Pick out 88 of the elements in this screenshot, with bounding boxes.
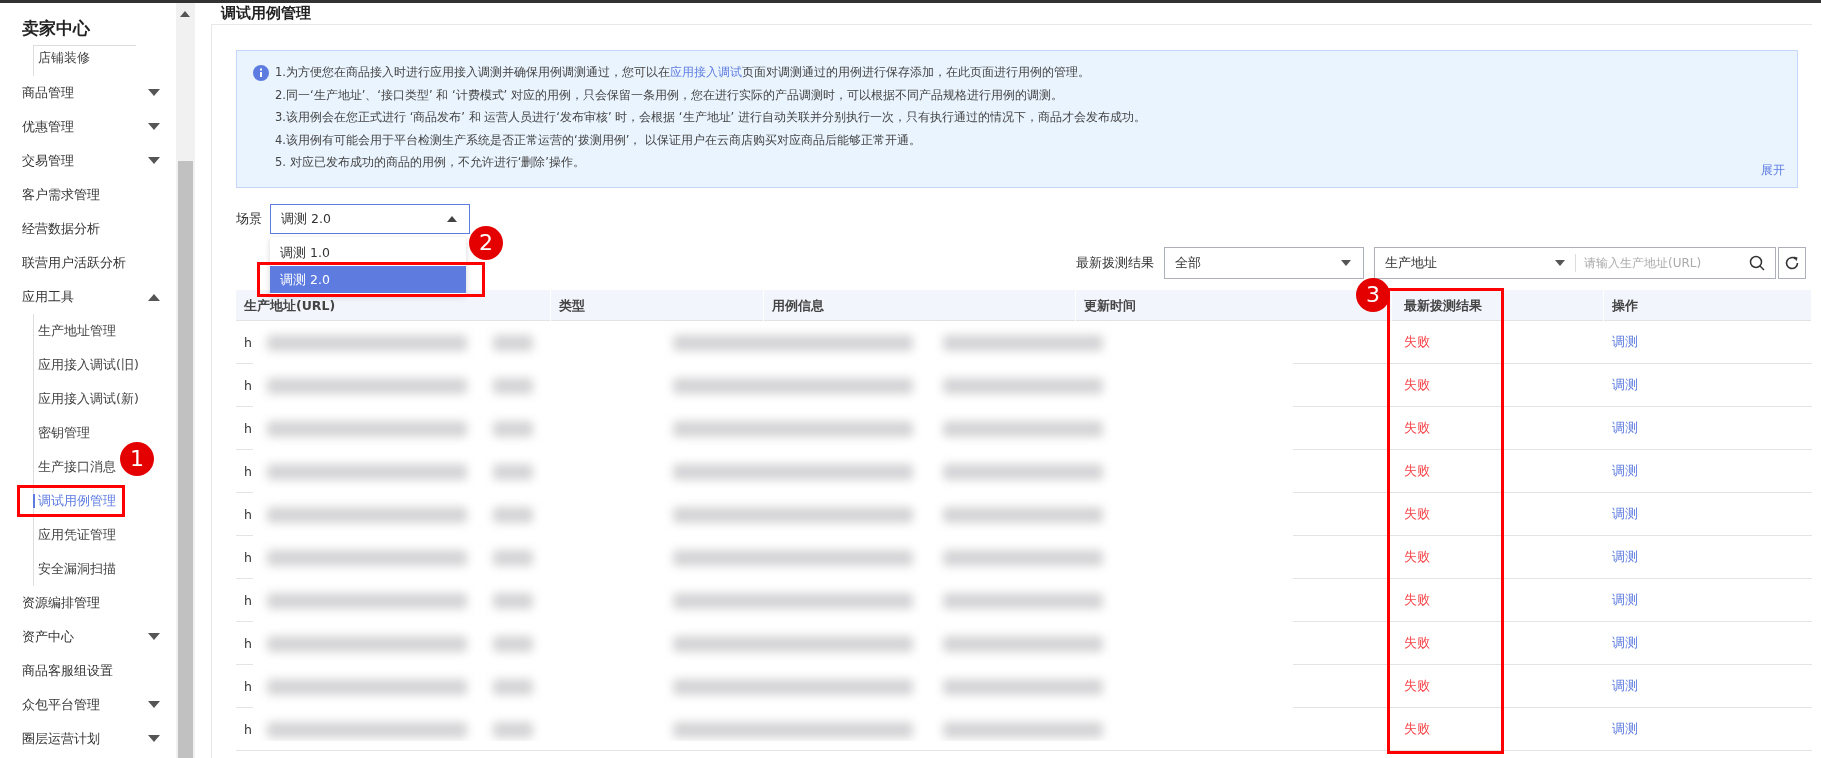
column-header: 最新拨测结果 [1404, 298, 1482, 313]
test-link[interactable]: 调测 [1612, 677, 1638, 695]
caret-icon [148, 157, 160, 165]
status-text: 失败 [1404, 333, 1430, 351]
sidebar-item[interactable]: 商品客服组设置 [0, 654, 176, 688]
notice-text: 3.该用例会在您正式进行 ‘商品发布’ 和 运营人员进行‘发布审核’ 时，会根据 ‘生产地址’ 进行自动关联并分别执行一次，只有执行通过的情况下，商品才会发布成功。 [275, 109, 1146, 126]
sidebar-item[interactable]: 优惠管理 [0, 110, 176, 144]
sidebar-item[interactable]: 联营用户活跃分析 [0, 246, 176, 280]
notice-text: 2.同一‘生产地址’、‘接口类型’ 和 ‘计费模式’ 对应的用例，只会保留一条用例，您在进行实际的产品调测时，可以根据不同产品规格进行用例的调测。 [275, 86, 1063, 104]
sidebar-subitem[interactable]: 应用接入调试(旧) [34, 348, 139, 382]
info-icon [253, 65, 269, 81]
caret-icon [1341, 260, 1351, 266]
status-text: 失败 [1404, 505, 1430, 523]
sidebar-item[interactable]: 应用工具 [0, 280, 176, 314]
status-text: 失败 [1404, 462, 1430, 480]
refresh-button[interactable] [1778, 247, 1806, 279]
sidebar-subitem[interactable]: 生产接口消息 [34, 450, 116, 484]
sidebar-subitem[interactable]: 应用凭证管理 [34, 518, 116, 552]
sidebar-item[interactable]: 客户需求管理 [0, 178, 176, 212]
caret-icon [148, 701, 160, 709]
sidebar-subitem[interactable]: 店铺装修 [34, 46, 90, 70]
table-cell: h [244, 420, 252, 436]
column-header: 类型 [559, 298, 585, 313]
sidebar-subitem[interactable]: 调试用例管理 [34, 484, 116, 518]
test-link[interactable]: 调测 [1612, 548, 1638, 566]
scrollbar[interactable] [176, 3, 195, 758]
expand-link[interactable]: 展开 [1761, 162, 1785, 179]
sidebar-item[interactable]: 资产中心 [0, 620, 176, 654]
sidebar-item[interactable]: 资源编排管理 [0, 586, 176, 620]
column-header: 更新时间 [1084, 298, 1136, 313]
sidebar-subitem[interactable]: 安全漏洞扫描 [34, 552, 116, 586]
table-cell: h [244, 592, 252, 608]
status-text: 失败 [1404, 720, 1430, 738]
table-cell: h [244, 334, 252, 350]
caret-icon [447, 216, 457, 222]
status-text: 失败 [1404, 634, 1430, 652]
scene-select[interactable]: 调测 2.0 [270, 204, 470, 234]
table-cell: h [244, 635, 252, 651]
column-header: 操作 [1612, 298, 1638, 313]
step-badge: 1 [120, 442, 154, 476]
notice-text: 4.该用例有可能会用于平台检测生产系统是否正常运营的‘拨测用例’， 以保证用户在云商店购买对应商品后能够正常开通。 [275, 131, 921, 149]
sidebar-item[interactable]: 经营数据分析 [0, 212, 176, 246]
status-text: 失败 [1404, 591, 1430, 609]
filter-label: 最新拨测结果 [1076, 254, 1154, 272]
table-cell: h [244, 678, 252, 694]
test-link[interactable]: 调测 [1612, 376, 1638, 394]
table-cell: h [244, 549, 252, 565]
refresh-icon [1784, 255, 1800, 271]
status-text: 失败 [1404, 548, 1430, 566]
test-link[interactable]: 调测 [1612, 505, 1638, 523]
caret-icon [148, 633, 160, 641]
dropdown-option[interactable]: 调测 1.0 [270, 239, 466, 266]
notice-text: 1.为方便您在商品接入时进行应用接入调测并确保用例调测通过，您可以在应用接入调试页面对调测通过的用例进行保存添加，在此页面进行用例的管理。 [275, 64, 1090, 81]
dropdown-option[interactable]: 调测 2.0 [270, 266, 466, 293]
test-link[interactable]: 调测 [1612, 419, 1638, 437]
test-link[interactable]: 调测 [1612, 462, 1638, 480]
table-cell: h [244, 506, 252, 522]
sidebar-item[interactable]: 商品管理 [0, 76, 176, 110]
table-cell: h [244, 721, 252, 737]
column-header: 用例信息 [772, 298, 824, 313]
caret-icon [148, 89, 160, 97]
scroll-up-icon[interactable] [180, 11, 190, 17]
notice-link[interactable]: 应用接入调试 [670, 65, 742, 79]
scene-label: 场景 [236, 210, 263, 228]
sidebar-item[interactable]: 交易管理 [0, 144, 176, 178]
sidebar-title: 卖家中心 [21, 17, 91, 40]
status-text: 失败 [1404, 376, 1430, 394]
column-header: 生产地址(URL) [244, 298, 336, 313]
status-text: 失败 [1404, 419, 1430, 437]
sidebar-item[interactable]: 众包平台管理 [0, 688, 176, 722]
caret-icon [148, 735, 160, 743]
status-text: 失败 [1404, 677, 1430, 695]
sidebar-subitem[interactable]: 密钥管理 [34, 416, 90, 450]
sidebar-item[interactable]: 圈层运营计划 [0, 722, 176, 756]
result-select[interactable]: 全部 [1164, 247, 1364, 279]
test-link[interactable]: 调测 [1612, 720, 1638, 738]
caret-icon [148, 123, 160, 131]
caret-icon [148, 293, 160, 301]
sidebar-subitem[interactable]: 应用接入调试(新) [34, 382, 139, 416]
table-cell: h [244, 463, 252, 479]
table-cell: h [244, 377, 252, 393]
test-link[interactable]: 调测 [1612, 634, 1638, 652]
test-link[interactable]: 调测 [1612, 333, 1638, 351]
sidebar-subitem[interactable]: 生产地址管理 [34, 314, 116, 348]
step-badge: 2 [469, 226, 503, 260]
test-link[interactable]: 调测 [1612, 591, 1638, 609]
page-title: 调试用例管理 [219, 3, 312, 24]
notice-text: 5. 对应已发布成功的商品的用例，不允许进行‘删除’操作。 [275, 154, 585, 171]
